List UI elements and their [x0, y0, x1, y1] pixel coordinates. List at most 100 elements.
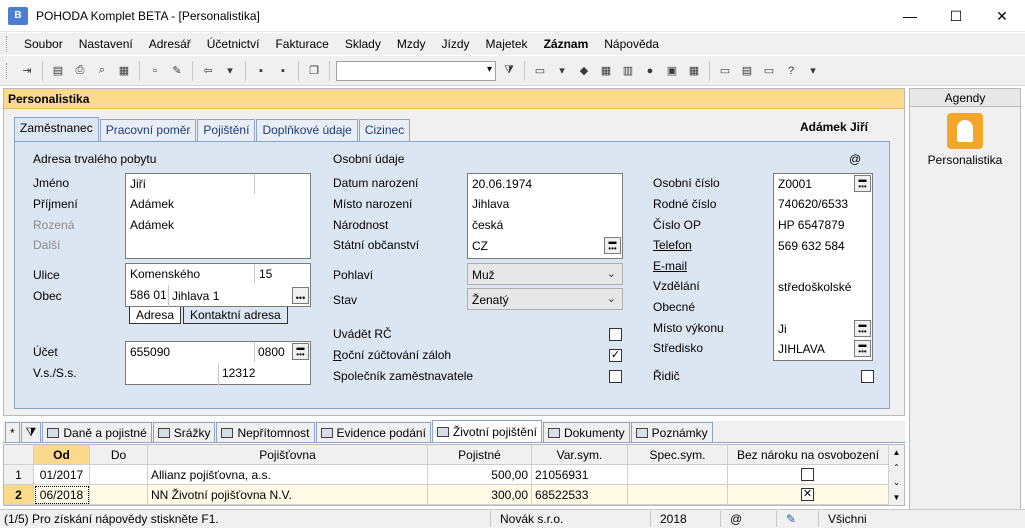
- datum-narozeni-field[interactable]: 20.06.1974: [472, 177, 532, 191]
- column-spec-sym[interactable]: Spec.sym.: [628, 445, 728, 465]
- menu-soubor[interactable]: Soubor: [16, 37, 71, 51]
- cell-spec-sym[interactable]: [628, 485, 728, 505]
- status-at-icon[interactable]: @: [730, 512, 742, 526]
- filter-combo[interactable]: [336, 60, 496, 81]
- column-bez-naroku[interactable]: Bez nároku na osvobození: [728, 445, 889, 465]
- copy-icon[interactable]: ❐: [305, 62, 323, 80]
- save-all-icon[interactable]: ▪: [274, 62, 292, 80]
- edit-record-icon[interactable]: ✎: [168, 62, 186, 80]
- save-icon[interactable]: ▪: [252, 62, 270, 80]
- cell-bez-naroku[interactable]: ✕: [728, 485, 889, 505]
- ss-field[interactable]: 12312: [222, 366, 255, 380]
- message-icon[interactable]: ▭: [716, 62, 734, 80]
- tab-cizinec[interactable]: Cizinec: [358, 119, 411, 141]
- tab-dokumenty[interactable]: Dokumenty: [542, 422, 630, 442]
- osobni-cislo-field[interactable]: Z0001: [778, 177, 812, 191]
- tab-evidence-podani[interactable]: Evidence podání: [315, 422, 431, 442]
- misto-vykonu-field[interactable]: Ji: [778, 322, 787, 336]
- folder-icon[interactable]: ▭: [531, 62, 549, 80]
- cell-od[interactable]: 01/2017: [34, 465, 90, 485]
- telefon-field[interactable]: 569 632 584: [778, 239, 845, 253]
- table-row[interactable]: 1 01/2017 Allianz pojišťovna, a.s. 500,0…: [4, 465, 889, 485]
- column-od[interactable]: Od: [34, 445, 90, 465]
- menu-sklady[interactable]: Sklady: [337, 37, 389, 51]
- obec-field[interactable]: Jihlava 1: [172, 289, 219, 303]
- menu-adresar[interactable]: Adresář: [141, 37, 199, 51]
- narodnost-field[interactable]: česká: [472, 218, 503, 232]
- menu-majetek[interactable]: Majetek: [478, 37, 536, 51]
- print-icon[interactable]: ⎙: [71, 62, 89, 80]
- chevron-down-icon[interactable]: ▾: [553, 62, 571, 80]
- cell-bez-naroku[interactable]: [728, 465, 889, 485]
- maximize-button[interactable]: ☐: [933, 0, 979, 32]
- osobni-cislo-lookup-button[interactable]: ▬ •••: [854, 175, 871, 192]
- spolecnik-checkbox[interactable]: [609, 370, 622, 383]
- psc-field[interactable]: 586 01: [130, 288, 167, 302]
- filter-icon[interactable]: ⧩: [500, 62, 518, 80]
- tab-poznamky[interactable]: Poznámky: [630, 422, 713, 442]
- column-pojistne[interactable]: Pojistné: [428, 445, 532, 465]
- misto-vykonu-lookup-button[interactable]: ▬ •••: [854, 320, 871, 337]
- obcanstvi-lookup-button[interactable]: ▬ •••: [604, 237, 621, 254]
- cell-pojistne[interactable]: 300,00: [428, 485, 532, 505]
- scroll-up-icon[interactable]: ⌃: [889, 460, 904, 475]
- rodne-cislo-field[interactable]: 740620/6533: [778, 197, 848, 211]
- minimize-button[interactable]: —: [887, 0, 933, 32]
- cell-pojistovna[interactable]: Allianz pojišťovna, a.s.: [148, 465, 428, 485]
- grid-scrollbar[interactable]: ▲ ⌃ ⌄ ▼: [888, 445, 904, 505]
- cell-do[interactable]: [90, 465, 148, 485]
- column-var-sym[interactable]: Var.sym.: [532, 445, 628, 465]
- spreadsheet-icon[interactable]: ▦: [685, 62, 703, 80]
- jmeno-field[interactable]: Jiří: [130, 177, 146, 191]
- coins-icon[interactable]: ●: [641, 62, 659, 80]
- ucet-field[interactable]: 655090: [130, 345, 170, 359]
- tab-kontaktni-adresa[interactable]: Kontaktní adresa: [183, 307, 288, 324]
- prijmeni-field[interactable]: Adámek: [130, 197, 174, 211]
- scroll-top-icon[interactable]: ▲: [889, 445, 904, 460]
- cell-var-sym[interactable]: 68522533: [532, 485, 628, 505]
- print-report-icon[interactable]: ▦: [115, 62, 133, 80]
- menu-zaznam[interactable]: Záznam: [536, 37, 597, 51]
- back-arrow-icon[interactable]: ⇦: [199, 62, 217, 80]
- scroll-bottom-icon[interactable]: ▼: [889, 490, 904, 505]
- close-button[interactable]: ✕: [979, 0, 1025, 32]
- vzdelani-field[interactable]: středoškolské: [778, 280, 851, 294]
- bez-naroku-checkbox[interactable]: ✕: [801, 488, 814, 501]
- kod-banky-field[interactable]: 0800: [258, 345, 285, 359]
- stredisko-lookup-button[interactable]: ▬ •••: [854, 340, 871, 357]
- menu-fakturace[interactable]: Fakturace: [267, 37, 336, 51]
- chevron-down-icon[interactable]: ▾: [804, 62, 822, 80]
- tab-all[interactable]: *: [5, 422, 20, 442]
- obcanstvi-field[interactable]: CZ: [472, 239, 488, 253]
- calculator-icon[interactable]: ▥: [619, 62, 637, 80]
- menu-mzdy[interactable]: Mzdy: [389, 37, 434, 51]
- cell-do[interactable]: [90, 485, 148, 505]
- tab-pracovni-pomer[interactable]: Pracovní poměr: [99, 119, 197, 141]
- email-link[interactable]: E-mail: [653, 259, 687, 273]
- ridic-checkbox[interactable]: [861, 370, 874, 383]
- stredisko-field[interactable]: JIHLAVA: [778, 342, 825, 356]
- uvadet-rc-checkbox[interactable]: [609, 328, 622, 341]
- misto-narozeni-field[interactable]: Jihlava: [472, 197, 509, 211]
- iban-icon[interactable]: ▣: [663, 62, 681, 80]
- eraser-icon[interactable]: ◆: [575, 62, 593, 80]
- pohlavi-select[interactable]: Muž ⌄: [467, 263, 623, 285]
- at-icon[interactable]: @: [849, 152, 861, 166]
- cell-od[interactable]: 06/2018: [34, 485, 90, 505]
- column-do[interactable]: Do: [90, 445, 148, 465]
- menu-napoveda[interactable]: Nápověda: [596, 37, 667, 51]
- menu-jizdy[interactable]: Jízdy: [434, 37, 478, 51]
- form-icon[interactable]: ▤: [738, 62, 756, 80]
- cell-spec-sym[interactable]: [628, 465, 728, 485]
- table-row[interactable]: 2 06/2018 NN Životní pojišťovna N.V. 300…: [4, 485, 889, 505]
- cislo-op-field[interactable]: HP 6547879: [778, 218, 845, 232]
- note-icon[interactable]: ▭: [760, 62, 778, 80]
- cell-pojistovna[interactable]: NN Životní pojišťovna N.V.: [148, 485, 428, 505]
- tab-zivotni-pojisteni[interactable]: Životní pojištění: [431, 420, 542, 442]
- tab-filter[interactable]: ⧩: [20, 422, 42, 442]
- scroll-down-icon[interactable]: ⌄: [889, 475, 904, 490]
- new-record-icon[interactable]: ▫: [146, 62, 164, 80]
- print-setup-icon[interactable]: ▤: [49, 62, 67, 80]
- personalistika-icon[interactable]: [947, 113, 983, 149]
- ulice-field[interactable]: Komenského: [130, 267, 200, 281]
